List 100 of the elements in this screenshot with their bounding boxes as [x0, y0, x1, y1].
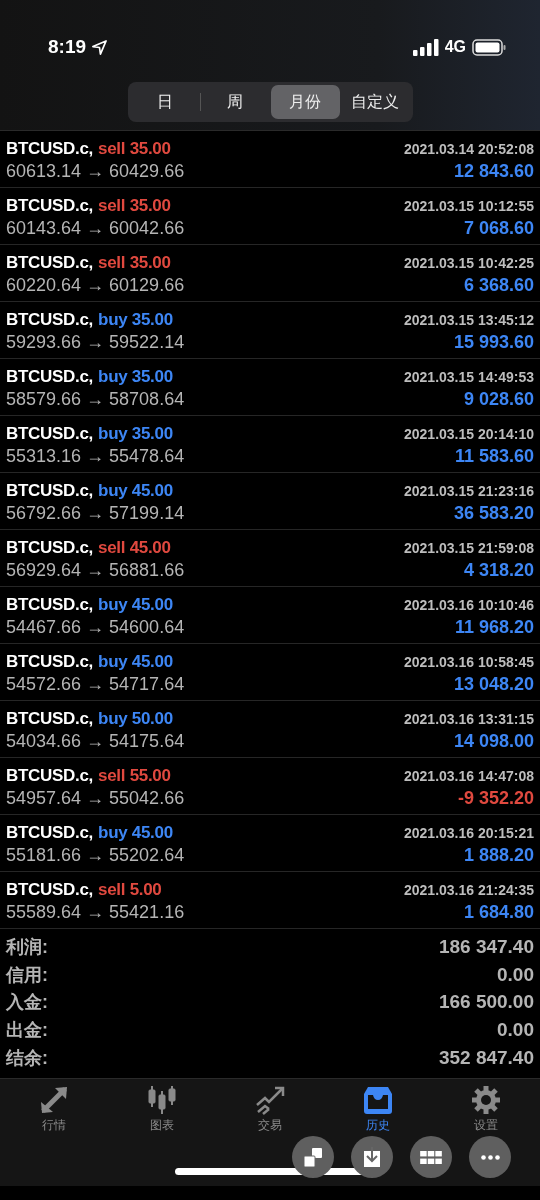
trade-time: 2021.03.16 14:47:08: [404, 767, 534, 784]
tab-bar-item[interactable]: 图表: [147, 1085, 177, 1134]
order-label: buy 45.00: [98, 822, 173, 843]
symbol-label: BTCUSD.c,: [6, 195, 94, 216]
symbol-label: BTCUSD.c,: [6, 138, 94, 159]
trend-up-icon: [255, 1085, 285, 1115]
trade-time: 2021.03.16 10:58:45: [404, 653, 534, 670]
translate-icon: [304, 1147, 322, 1167]
order-label: buy 45.00: [98, 594, 173, 615]
summary-value: 186 347.40: [438, 935, 534, 958]
profit-value: -9 352.20: [457, 787, 534, 809]
price-range: 55181.66 → 55202.64: [6, 844, 185, 866]
trade-time: 2021.03.15 21:23:16: [404, 482, 534, 499]
trade-row[interactable]: BTCUSD.c, buy 35.00 2021.03.15 20:14:10 55313.16 → 55478.64 11 583.60: [0, 416, 540, 473]
trade-row[interactable]: BTCUSD.c, sell 55.00 2021.03.16 14:47:08 54957.64 → 55042.66 -9 352.20: [0, 758, 540, 815]
location-arrow-icon: [92, 39, 108, 55]
profit-value: 36 583.20: [453, 502, 534, 524]
price-range: 55313.16 → 55478.64: [6, 445, 185, 467]
profit-value: 1 684.80: [463, 901, 534, 923]
symbol-label: BTCUSD.c,: [6, 594, 94, 615]
summary-label: 结余:: [6, 1047, 48, 1071]
profit-value: 1 888.20: [463, 844, 534, 866]
symbol-label: BTCUSD.c,: [6, 252, 94, 273]
price-range: 54467.66 → 54600.64: [6, 616, 185, 638]
profit-value: 15 993.60: [453, 331, 534, 353]
battery-icon: [472, 38, 506, 56]
summary-label: 利润:: [6, 935, 48, 959]
trade-row[interactable]: BTCUSD.c, buy 45.00 2021.03.16 10:10:46 54467.66 → 54600.64 11 968.20: [0, 587, 540, 644]
price-range: 54034.66 → 54175.64: [6, 730, 185, 752]
price-range: 60613.14 → 60429.66: [6, 160, 185, 182]
order-label: buy 45.00: [98, 480, 173, 501]
tab-bar-item[interactable]: 历史: [363, 1085, 393, 1134]
candlestick-icon: [147, 1085, 177, 1115]
tab-bar-item[interactable]: 行情: [39, 1085, 69, 1134]
price-range: 60143.64 → 60042.66: [6, 217, 185, 239]
trade-row[interactable]: BTCUSD.c, buy 50.00 2021.03.16 13:31:15 54034.66 → 54175.64 14 098.00: [0, 701, 540, 758]
symbol-label: BTCUSD.c,: [6, 366, 94, 387]
trade-time: 2021.03.15 10:12:55: [404, 197, 534, 214]
period-tab[interactable]: 自定义: [340, 85, 410, 119]
trade-time: 2021.03.15 10:42:25: [404, 254, 534, 271]
order-label: buy 50.00: [98, 708, 173, 729]
profit-value: 7 068.60: [463, 217, 534, 239]
summary-label: 信用:: [6, 963, 48, 987]
symbol-label: BTCUSD.c,: [6, 537, 94, 558]
trade-row[interactable]: BTCUSD.c, sell 35.00 2021.03.15 10:12:55 60143.64 → 60042.66 7 068.60: [0, 188, 540, 245]
summary-value: 0.00: [497, 963, 534, 986]
order-label: sell 35.00: [98, 138, 171, 159]
trade-time: 2021.03.14 20:52:08: [404, 140, 534, 157]
order-label: buy 45.00: [98, 651, 173, 672]
symbol-label: BTCUSD.c,: [6, 651, 94, 672]
symbol-label: BTCUSD.c,: [6, 309, 94, 330]
profit-value: 9 028.60: [463, 388, 534, 410]
symbol-label: BTCUSD.c,: [6, 765, 94, 786]
summary-value: 352 847.40: [438, 1047, 534, 1070]
trade-row[interactable]: BTCUSD.c, sell 35.00 2021.03.14 20:52:08 60613.14 → 60429.66 12 843.60: [0, 131, 540, 188]
trade-time: 2021.03.16 10:10:46: [404, 596, 534, 613]
inbox-icon: [363, 1085, 393, 1115]
trade-row[interactable]: BTCUSD.c, sell 45.00 2021.03.15 21:59:08 56929.64 → 56881.66 4 318.20: [0, 530, 540, 587]
price-range: 55589.64 → 55421.16: [6, 901, 185, 923]
summary-value: 0.00: [497, 1019, 534, 1042]
trade-time: 2021.03.15 14:49:53: [404, 368, 534, 385]
download-icon: [364, 1147, 380, 1167]
trade-row[interactable]: BTCUSD.c, buy 35.00 2021.03.15 13:45:12 59293.66 → 59522.14 15 993.60: [0, 302, 540, 359]
network-label: 4G: [444, 38, 466, 56]
trade-time: 2021.03.16 13:31:15: [404, 710, 534, 727]
trade-row[interactable]: BTCUSD.c, sell 5.00 2021.03.16 21:24:35 55589.64 → 55421.16 1 684.80: [0, 872, 540, 929]
trade-row[interactable]: BTCUSD.c, buy 45.00 2021.03.16 20:15:21 55181.66 → 55202.64 1 888.20: [0, 815, 540, 872]
trade-time: 2021.03.15 21:59:08: [404, 539, 534, 556]
profit-value: 6 368.60: [463, 274, 534, 296]
profit-value: 11 583.60: [454, 445, 534, 467]
grid-icon: [420, 1150, 442, 1164]
trade-time: 2021.03.15 20:14:10: [404, 425, 534, 442]
price-range: 60220.64 → 60129.66: [6, 274, 185, 296]
symbol-label: BTCUSD.c,: [6, 423, 94, 444]
profit-value: 14 098.00: [453, 730, 534, 752]
trade-time: 2021.03.15 13:45:12: [404, 311, 534, 328]
price-range: 58579.66 → 58708.64: [6, 388, 185, 410]
trade-time: 2021.03.16 21:24:35: [404, 881, 534, 898]
period-tab[interactable]: 日: [130, 85, 200, 119]
profit-value: 12 843.60: [453, 160, 534, 182]
order-label: buy 35.00: [98, 423, 173, 444]
trade-row[interactable]: BTCUSD.c, sell 35.00 2021.03.15 10:42:25 60220.64 → 60129.66 6 368.60: [0, 245, 540, 302]
more-icon: [480, 1154, 500, 1160]
trade-row[interactable]: BTCUSD.c, buy 45.00 2021.03.16 10:58:45 54572.66 → 54717.64 13 048.20: [0, 644, 540, 701]
signal-icon: [412, 38, 439, 56]
order-label: sell 5.00: [98, 879, 162, 900]
order-label: sell 45.00: [98, 537, 171, 558]
summary-label: 入金:: [6, 991, 48, 1015]
trade-row[interactable]: BTCUSD.c, buy 45.00 2021.03.15 21:23:16 56792.66 → 57199.14 36 583.20: [0, 473, 540, 530]
tab-bar-item[interactable]: 交易: [255, 1085, 285, 1134]
period-tab[interactable]: 周: [200, 85, 270, 119]
tab-bar-item[interactable]: 设置: [471, 1085, 501, 1134]
order-label: sell 35.00: [98, 252, 171, 273]
symbol-label: BTCUSD.c,: [6, 879, 94, 900]
symbol-label: BTCUSD.c,: [6, 480, 94, 501]
trade-row[interactable]: BTCUSD.c, buy 35.00 2021.03.15 14:49:53 58579.66 → 58708.64 9 028.60: [0, 359, 540, 416]
price-range: 54957.64 → 55042.66: [6, 787, 185, 809]
period-tab[interactable]: 月份: [270, 85, 340, 119]
symbol-label: BTCUSD.c,: [6, 822, 94, 843]
trade-time: 2021.03.16 20:15:21: [404, 824, 534, 841]
